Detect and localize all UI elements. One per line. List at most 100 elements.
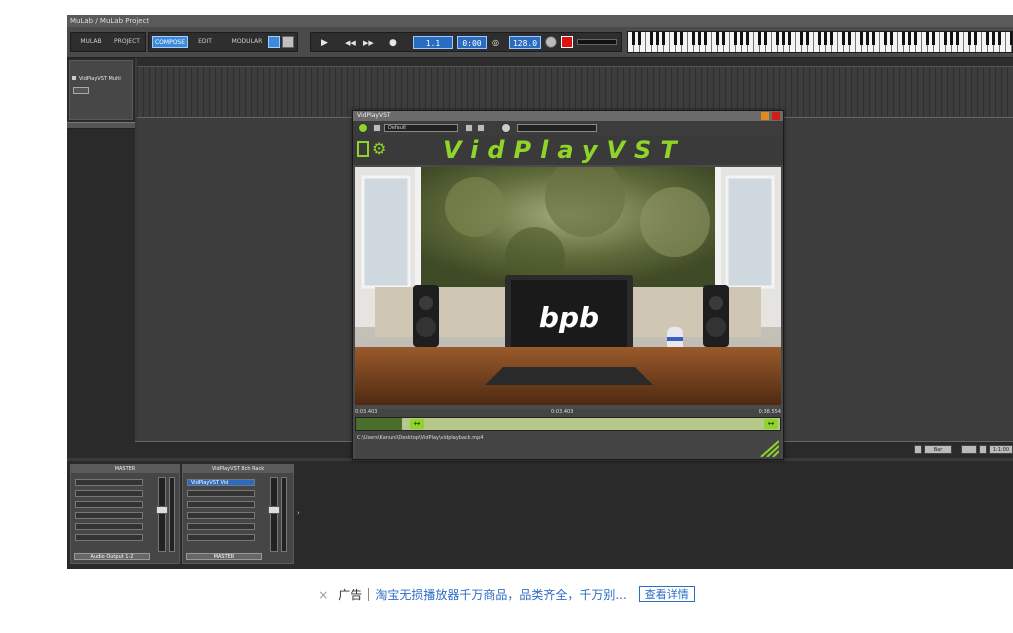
piano-black-key[interactable] (848, 32, 851, 45)
piano-black-key[interactable] (998, 32, 1001, 45)
fader-handle[interactable] (268, 506, 280, 514)
track-mute-button[interactable] (73, 87, 89, 94)
gear-icon[interactable]: ⚙ (372, 140, 386, 158)
piano-black-key[interactable] (788, 32, 791, 45)
piano-black-key[interactable] (908, 32, 911, 45)
piano-black-key[interactable] (656, 32, 659, 45)
time-display[interactable]: 0:00 (457, 36, 487, 49)
track-header[interactable]: VidPlayVST Multi (69, 60, 133, 120)
piano-black-key[interactable] (956, 32, 959, 45)
piano-black-key[interactable] (632, 32, 635, 45)
prev-preset-button[interactable] (373, 124, 381, 132)
piano-black-key[interactable] (638, 32, 641, 45)
insert-slot[interactable] (187, 490, 255, 497)
ad-close-icon[interactable]: × (318, 588, 328, 602)
piano-black-key[interactable] (926, 32, 929, 45)
file-icon[interactable] (357, 141, 369, 157)
minimize-icon[interactable] (761, 112, 769, 120)
loop-end-handle[interactable]: ↔ (764, 419, 778, 429)
piano-black-key[interactable] (734, 32, 737, 45)
ad-link[interactable]: 淘宝无损播放器千万商品，品类齐全，千万别... (375, 588, 626, 602)
video-scrub-bar[interactable]: ↔ ↔ (355, 417, 781, 431)
piano-black-key[interactable] (776, 32, 779, 45)
power-icon[interactable] (358, 123, 368, 133)
piano-black-key[interactable] (944, 32, 947, 45)
fader-handle[interactable] (156, 506, 168, 514)
play-icon[interactable]: ▶ (321, 37, 328, 49)
zoom-fit-button[interactable] (979, 445, 987, 454)
settings-icon[interactable] (501, 123, 511, 133)
piano-black-key[interactable] (860, 32, 863, 45)
snap-icon[interactable] (914, 445, 922, 454)
insert-slot[interactable] (75, 523, 143, 530)
panic-button[interactable] (561, 36, 573, 48)
insert-slot[interactable] (75, 512, 143, 519)
piano-black-key[interactable] (818, 32, 821, 45)
piano-black-key[interactable] (950, 32, 953, 45)
track-toggle-icon[interactable] (72, 76, 76, 80)
insert-slot[interactable] (75, 490, 143, 497)
piano-black-key[interactable] (716, 32, 719, 45)
forward-icon[interactable]: ▶▶ (363, 37, 374, 49)
load-preset-button[interactable] (477, 124, 485, 132)
metronome-icon[interactable]: ◎ (492, 37, 499, 49)
insert-slot[interactable] (187, 534, 255, 541)
piano-black-key[interactable] (986, 32, 989, 45)
piano-black-key[interactable] (680, 32, 683, 45)
save-preset-button[interactable] (465, 124, 473, 132)
piano-black-key[interactable] (890, 32, 893, 45)
piano-black-key[interactable] (866, 32, 869, 45)
piano-black-key[interactable] (692, 32, 695, 45)
piano-black-key[interactable] (992, 32, 995, 45)
piano-black-key[interactable] (914, 32, 917, 45)
tab-compose[interactable]: COMPOSE (152, 36, 188, 48)
zoom-buttons[interactable] (961, 445, 977, 454)
output-select[interactable]: Audio Output 1-2 (74, 553, 150, 560)
piano-black-key[interactable] (650, 32, 653, 45)
grid-mode-select[interactable]: Bar (924, 445, 952, 454)
piano-black-key[interactable] (968, 32, 971, 45)
insert-slot[interactable] (75, 501, 143, 508)
piano-black-key[interactable] (782, 32, 785, 45)
output-select[interactable]: MASTER (186, 553, 262, 560)
piano-black-key[interactable] (824, 32, 827, 45)
piano-black-key[interactable] (800, 32, 803, 45)
record-icon[interactable]: ● (389, 37, 397, 49)
loop-start-handle[interactable]: ↔ (410, 419, 424, 429)
insert-slot[interactable] (75, 534, 143, 541)
piano-black-key[interactable] (974, 32, 977, 45)
piano-black-key[interactable] (872, 32, 875, 45)
insert-slot[interactable] (187, 523, 255, 530)
insert-slot[interactable] (187, 501, 255, 508)
resize-grip-icon[interactable] (757, 439, 779, 457)
insert-slot[interactable] (75, 479, 143, 486)
piano-black-key[interactable] (704, 32, 707, 45)
piano-black-key[interactable] (902, 32, 905, 45)
piano-keyboard[interactable] (627, 31, 1013, 53)
timeline-ruler[interactable] (137, 58, 1013, 67)
insert-slot-vidplay[interactable]: VidPlayVST Vid (187, 479, 255, 486)
automation-select[interactable] (517, 124, 597, 132)
close-icon[interactable] (772, 112, 780, 120)
piano-black-key[interactable] (842, 32, 845, 45)
preset-select[interactable]: Default (384, 124, 458, 132)
volume-fader[interactable] (156, 477, 168, 552)
piano-black-key[interactable] (740, 32, 743, 45)
tab-project[interactable]: PROJECT (109, 36, 145, 48)
piano-black-key[interactable] (746, 32, 749, 45)
layout-2-button[interactable] (282, 36, 294, 48)
track-divider[interactable] (67, 122, 135, 129)
piano-black-key[interactable] (758, 32, 761, 45)
piano-black-key[interactable] (662, 32, 665, 45)
cpu-knob[interactable] (545, 36, 557, 48)
piano-black-key[interactable] (722, 32, 725, 45)
piano-black-key[interactable] (764, 32, 767, 45)
mixer-expand-icon[interactable]: › (297, 509, 300, 517)
piano-black-key[interactable] (698, 32, 701, 45)
tab-edit[interactable]: EDIT (191, 36, 219, 48)
tab-modular[interactable]: MODULAR (229, 36, 265, 48)
piano-black-key[interactable] (932, 32, 935, 45)
layout-1-button[interactable] (268, 36, 280, 48)
piano-black-key[interactable] (884, 32, 887, 45)
ad-details-button[interactable]: 查看详情 (638, 586, 695, 602)
